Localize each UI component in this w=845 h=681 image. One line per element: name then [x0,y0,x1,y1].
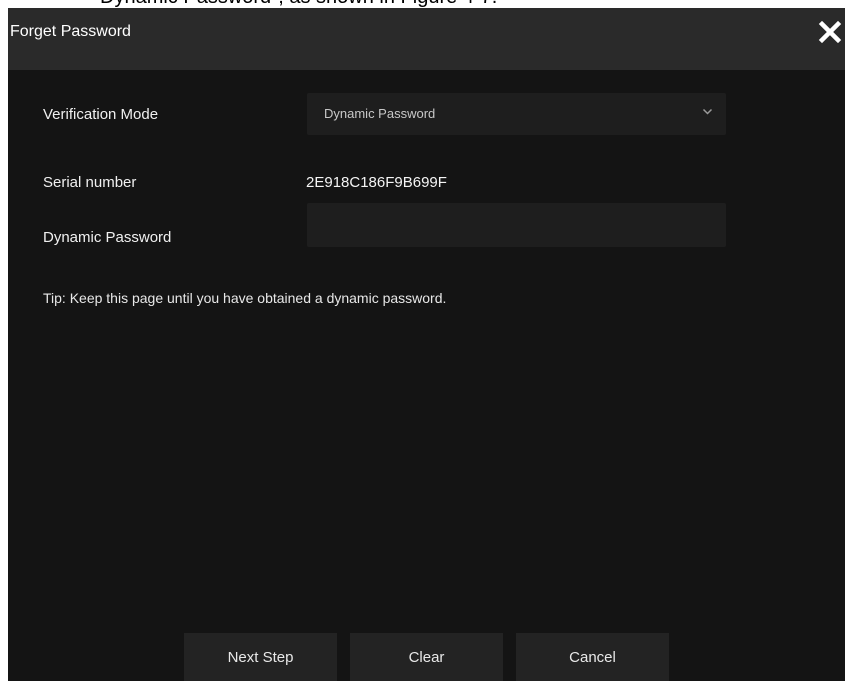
dialog-titlebar: Forget Password [8,8,845,70]
verification-mode-select[interactable]: Dynamic Password [307,93,726,135]
dynamic-password-label: Dynamic Password [43,229,172,246]
next-step-button[interactable]: Next Step [184,633,337,681]
cancel-button[interactable]: Cancel [516,633,669,681]
dialog-title: Forget Password [10,23,131,40]
verification-mode-label: Verification Mode [43,106,159,123]
chevron-down-icon [702,108,713,115]
serial-number-label: Serial number [43,174,137,191]
close-button[interactable] [815,17,845,47]
clear-button[interactable]: Clear [350,633,503,681]
document-caption-text: Dynamic Password", as shown in Figure 4-… [100,0,497,8]
tip-text: Tip: Keep this page until you have obtai… [43,290,447,306]
serial-number-value: 2E918C186F9B699F [306,174,447,191]
close-icon [818,20,842,44]
document-caption: Dynamic Password", as shown in Figure 4-… [0,0,845,8]
dynamic-password-input[interactable] [307,203,726,247]
forget-password-dialog: Forget Password Verification Mode Dynami… [8,8,845,681]
verification-mode-value: Dynamic Password [324,106,436,121]
